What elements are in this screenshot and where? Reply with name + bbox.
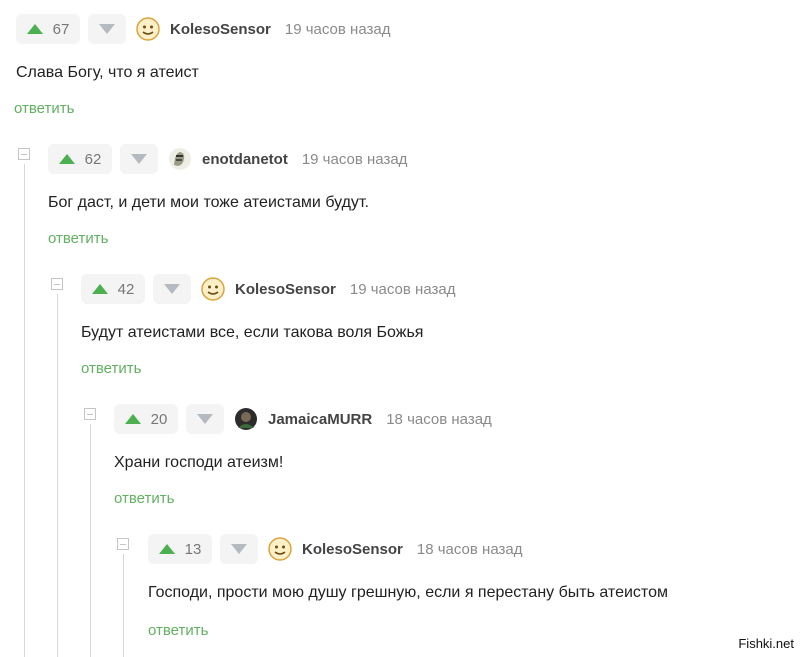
downvote-button[interactable] — [88, 14, 126, 44]
reply-link[interactable]: ответить — [148, 622, 208, 639]
avatar[interactable] — [234, 407, 258, 431]
downvote-button[interactable] — [120, 144, 158, 174]
rating-value: 42 — [117, 280, 135, 298]
thread-line — [90, 424, 91, 657]
reply-link[interactable]: ответить — [48, 230, 108, 247]
downvote-button[interactable] — [186, 404, 224, 434]
vote-rating: 20 — [114, 404, 178, 434]
thread-line — [24, 164, 25, 657]
comment-text: Бог даст, и дети мои тоже атеистами буду… — [48, 194, 369, 211]
rating-value: 62 — [84, 150, 102, 168]
vote-rating: 13 — [148, 534, 212, 564]
comment-text: Будут атеистами все, если такова воля Бо… — [81, 324, 424, 341]
thread-line — [57, 294, 58, 657]
comment-header: 62 enotdanetot 19 часов назад — [48, 142, 407, 176]
username[interactable]: JamaicaMURR — [268, 411, 372, 428]
username[interactable]: KolesoSensor — [235, 281, 336, 298]
smiley-avatar-icon — [201, 277, 225, 301]
comment-header: 13 KolesoSensor 18 часов назад — [148, 532, 522, 566]
rating-value: 20 — [150, 410, 168, 428]
vote-rating: 42 — [81, 274, 145, 304]
comment-text: Господи, прости мою душу грешную, если я… — [148, 584, 668, 601]
downvote-button[interactable] — [153, 274, 191, 304]
collapse-toggle[interactable] — [18, 148, 30, 160]
upvote-icon[interactable] — [26, 24, 43, 34]
collapse-toggle[interactable] — [84, 408, 96, 420]
reply-link[interactable]: ответить — [114, 490, 174, 507]
smiley-avatar-icon — [268, 537, 292, 561]
raccoon-avatar-icon — [169, 148, 191, 170]
comment-text: Храни господи атеизм! — [114, 454, 284, 471]
collapse-toggle[interactable] — [117, 538, 129, 550]
rating-value: 13 — [184, 540, 202, 558]
watermark: Fishki.net — [738, 636, 794, 651]
downvote-icon — [131, 154, 147, 164]
timestamp: 19 часов назад — [284, 20, 391, 38]
vote-rating: 62 — [48, 144, 112, 174]
username[interactable]: enotdanetot — [202, 151, 288, 168]
comment-header: 42 KolesoSensor 19 часов назад — [81, 272, 455, 306]
rating-value: 67 — [52, 20, 70, 38]
upvote-icon[interactable] — [124, 414, 141, 424]
downvote-icon — [197, 414, 213, 424]
avatar[interactable] — [268, 537, 292, 561]
avatar[interactable] — [201, 277, 225, 301]
avatar[interactable] — [168, 147, 192, 171]
avatar[interactable] — [136, 17, 160, 41]
username[interactable]: KolesoSensor — [170, 21, 271, 38]
timestamp: 18 часов назад — [386, 410, 492, 428]
timestamp: 18 часов назад — [416, 540, 523, 558]
comment-header: 67 KolesoSensor 19 часов назад — [16, 12, 390, 46]
downvote-icon — [231, 544, 247, 554]
comment-text: Слава Богу, что я атеист — [16, 64, 199, 81]
thread-line — [123, 554, 124, 657]
downvote-button[interactable] — [220, 534, 258, 564]
timestamp: 19 часов назад — [349, 280, 456, 298]
downvote-icon — [164, 284, 180, 294]
reply-link[interactable]: ответить — [14, 100, 74, 117]
reply-link[interactable]: ответить — [81, 360, 141, 377]
downvote-icon — [99, 24, 115, 34]
upvote-icon[interactable] — [91, 284, 108, 294]
upvote-icon[interactable] — [158, 544, 175, 554]
collapse-toggle[interactable] — [51, 278, 63, 290]
smiley-avatar-icon — [136, 17, 160, 41]
vote-rating: 67 — [16, 14, 80, 44]
dark-portrait-avatar-icon — [235, 408, 257, 430]
timestamp: 19 часов назад — [301, 150, 408, 168]
comment-header: 20 JamaicaMURR 18 часов назад — [114, 402, 492, 436]
username[interactable]: KolesoSensor — [302, 541, 403, 558]
upvote-icon[interactable] — [58, 154, 75, 164]
